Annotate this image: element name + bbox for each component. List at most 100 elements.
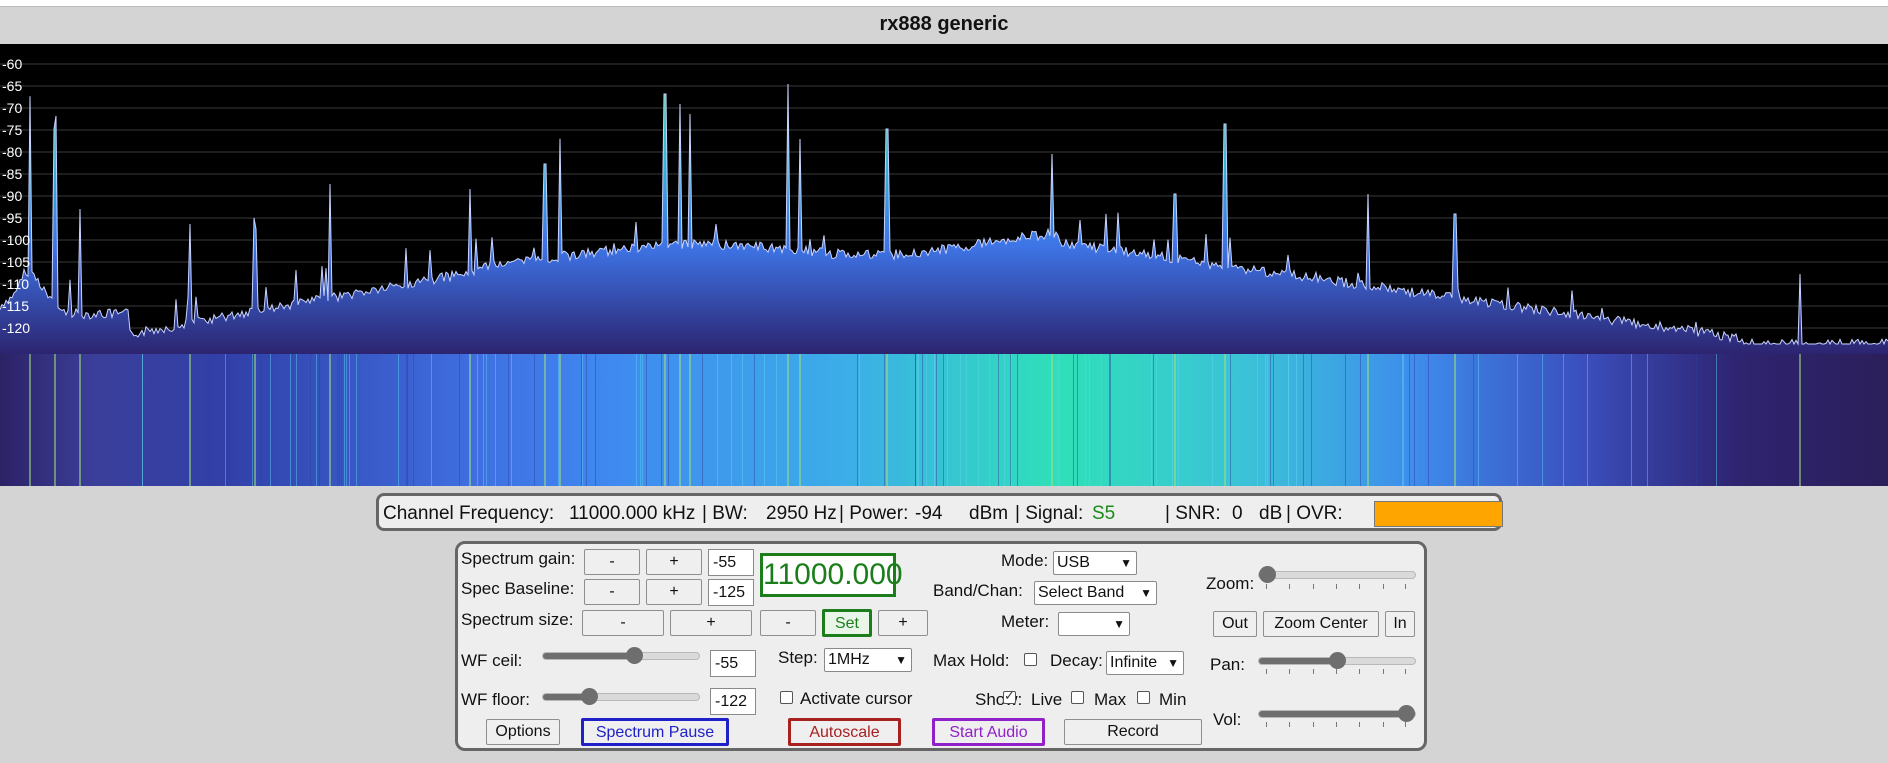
step-select-value: 1MHz bbox=[828, 651, 870, 668]
waterfall-trace bbox=[149, 354, 150, 486]
show-live-checkbox[interactable] bbox=[1003, 688, 1016, 704]
spectrum-gain-input[interactable]: -55 bbox=[708, 549, 754, 576]
y-axis-label: -65 bbox=[2, 78, 22, 94]
wf-ceil-label: WF ceil: bbox=[461, 651, 523, 670]
waterfall-trace bbox=[339, 354, 340, 486]
decay-select[interactable]: Infinite ▼ bbox=[1106, 651, 1184, 675]
waterfall-trace bbox=[1156, 354, 1157, 486]
show-min-checkbox[interactable] bbox=[1137, 691, 1150, 704]
spectrum-size-minus-button[interactable]: - bbox=[582, 610, 664, 636]
slider-thumb[interactable] bbox=[1328, 652, 1346, 669]
waterfall-trace bbox=[640, 354, 641, 486]
set-frequency-button[interactable]: Set bbox=[822, 609, 872, 637]
show-max-checkbox[interactable] bbox=[1071, 691, 1084, 704]
waterfall-trace bbox=[934, 354, 935, 486]
waterfall-trace bbox=[270, 354, 271, 486]
meter-select[interactable]: ▼ bbox=[1058, 612, 1130, 636]
waterfall-trace bbox=[1631, 354, 1632, 486]
waterfall-trace bbox=[1212, 354, 1213, 486]
spectrum-plot[interactable]: -60 -65 -70 -75 -80 -85 -90 -95 -100 -105 -110 -115… bbox=[0, 44, 1888, 354]
waterfall-trace bbox=[1257, 354, 1258, 486]
zoom-center-button[interactable]: Zoom Center bbox=[1263, 611, 1379, 637]
vol-ticks bbox=[1266, 722, 1406, 728]
spec-baseline-plus-button[interactable]: + bbox=[646, 579, 702, 605]
slider-thumb[interactable] bbox=[1259, 566, 1276, 583]
max-hold-checkbox[interactable] bbox=[1024, 653, 1037, 666]
waterfall-trace bbox=[1267, 354, 1268, 486]
pan-slider[interactable] bbox=[1258, 652, 1416, 669]
band-chan-label: Band/Chan: bbox=[933, 581, 1023, 600]
spec-baseline-input[interactable]: -125 bbox=[708, 579, 754, 606]
waterfall-trace bbox=[316, 354, 317, 486]
spectrum-gain-minus-button[interactable]: - bbox=[584, 549, 640, 575]
autoscale-button[interactable]: Autoscale bbox=[788, 718, 901, 746]
y-axis-label: -70 bbox=[2, 100, 22, 116]
zoom-in-button[interactable]: In bbox=[1385, 611, 1415, 637]
mode-select[interactable]: USB ▼ bbox=[1053, 551, 1137, 575]
y-axis-label: -75 bbox=[2, 122, 22, 138]
zoom-out-button[interactable]: Out bbox=[1213, 611, 1257, 637]
spectrum-size-plus-button[interactable]: + bbox=[670, 610, 752, 636]
waterfall-trace bbox=[857, 354, 858, 486]
waterfall-trace bbox=[1517, 354, 1518, 486]
step-select[interactable]: 1MHz ▼ bbox=[824, 648, 912, 672]
waterfall-image bbox=[0, 354, 1888, 486]
options-button[interactable]: Options bbox=[486, 719, 560, 745]
waterfall-trace bbox=[1542, 354, 1543, 486]
chevron-down-icon: ▼ bbox=[1113, 617, 1125, 631]
zoom-slider[interactable] bbox=[1258, 566, 1416, 583]
waterfall-trace bbox=[290, 354, 291, 486]
start-audio-button[interactable]: Start Audio bbox=[932, 718, 1045, 746]
waterfall-trace bbox=[142, 354, 143, 486]
slider-thumb[interactable] bbox=[1398, 705, 1415, 722]
spectrum-display[interactable]: -60 -65 -70 -75 -80 -85 -90 -95 -100 -105 -110 -115… bbox=[0, 44, 1888, 354]
waterfall-trace bbox=[483, 354, 484, 486]
waterfall-trace bbox=[936, 354, 937, 486]
spectrum-pause-button[interactable]: Spectrum Pause bbox=[581, 718, 729, 746]
activate-cursor-checkbox[interactable] bbox=[780, 691, 793, 704]
decay-select-value: Infinite bbox=[1110, 654, 1158, 671]
slider-thumb[interactable] bbox=[626, 647, 644, 664]
activate-cursor-label: Activate cursor bbox=[800, 689, 913, 708]
chevron-down-icon: ▼ bbox=[1120, 556, 1132, 570]
waterfall-trace bbox=[582, 354, 583, 486]
waterfall-signal-line bbox=[54, 354, 56, 486]
waterfall-trace bbox=[1178, 354, 1179, 486]
waterfall-signal-line bbox=[787, 354, 789, 486]
frequency-plus-button[interactable]: + bbox=[878, 610, 928, 636]
waterfall-trace bbox=[1296, 354, 1297, 486]
waterfall-trace bbox=[1716, 354, 1717, 486]
vol-slider[interactable] bbox=[1258, 705, 1416, 722]
waterfall-trace bbox=[558, 354, 559, 486]
waterfall-trace bbox=[884, 354, 885, 486]
meter-label: Meter: bbox=[1001, 612, 1050, 631]
snr-value: 0 bbox=[1232, 503, 1243, 524]
frequency-input[interactable]: 11000.000 bbox=[760, 553, 903, 597]
wf-floor-slider[interactable] bbox=[542, 688, 700, 705]
frequency-minus-button[interactable]: - bbox=[760, 610, 816, 636]
waterfall-trace bbox=[341, 354, 342, 486]
waterfall-trace bbox=[511, 354, 512, 486]
spec-baseline-minus-button[interactable]: - bbox=[584, 579, 640, 605]
waterfall-trace bbox=[319, 354, 320, 486]
waterfall-trace bbox=[754, 354, 755, 486]
pan-ticks bbox=[1266, 669, 1406, 675]
spectrum-gain-plus-button[interactable]: + bbox=[646, 549, 702, 575]
waterfall-trace bbox=[407, 354, 408, 486]
waterfall-signal-line bbox=[29, 354, 31, 486]
wf-floor-input[interactable]: -122 bbox=[710, 688, 756, 715]
waterfall-display[interactable] bbox=[0, 354, 1888, 486]
record-button[interactable]: Record bbox=[1064, 719, 1202, 745]
waterfall-trace bbox=[926, 354, 927, 486]
waterfall-trace bbox=[776, 354, 777, 486]
band-select[interactable]: Select Band ▼ bbox=[1034, 581, 1157, 605]
waterfall-trace bbox=[668, 354, 669, 486]
waterfall-trace bbox=[356, 354, 357, 486]
y-axis-label: -120 bbox=[2, 320, 30, 336]
wf-ceil-slider[interactable] bbox=[542, 647, 700, 664]
waterfall-trace bbox=[1109, 354, 1110, 486]
waterfall-trace bbox=[1288, 354, 1289, 486]
wf-ceil-input[interactable]: -55 bbox=[710, 650, 756, 677]
waterfall-trace bbox=[1625, 354, 1626, 486]
slider-thumb[interactable] bbox=[580, 688, 598, 705]
